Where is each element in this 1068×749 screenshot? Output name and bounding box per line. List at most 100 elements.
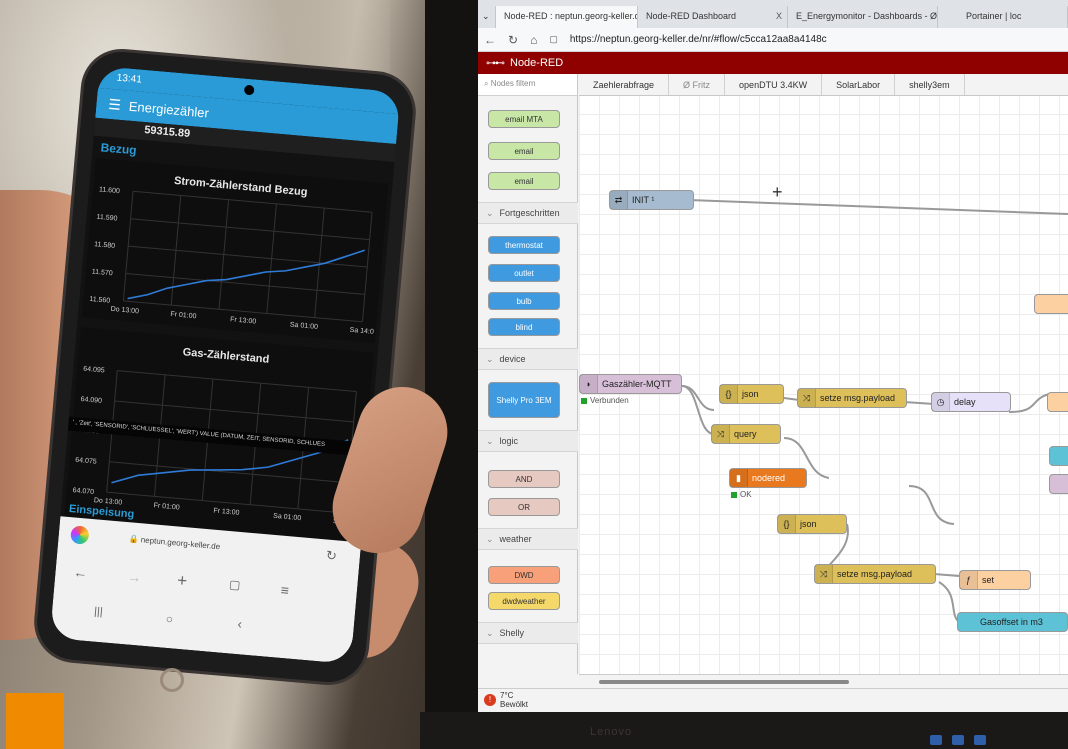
browser-tab[interactable]: Node-RED Dashboard X <box>638 6 788 28</box>
flow-node-mqtt[interactable]: ◗ Gaszähler-MQTT <box>579 374 682 394</box>
browser-tab[interactable]: Node-RED : neptun.georg-keller.dX <box>496 6 638 28</box>
palette-node-dwdweather[interactable]: dwdweather <box>488 592 560 610</box>
wire <box>681 385 715 411</box>
grid-line <box>114 400 354 423</box>
phone-url[interactable]: 🔒 neptun.georg-keller.de <box>128 534 220 551</box>
forward-icon[interactable]: → <box>127 568 142 585</box>
json-icon: {} <box>778 515 796 533</box>
tab-flow[interactable]: shelly3em <box>895 74 965 95</box>
flow-workspace[interactable]: ⇄ INIT ¹ + ◗ Gaszähler-MQTT Verbunden {} js… <box>579 74 1068 674</box>
palette-node-and[interactable]: AND <box>488 470 560 488</box>
flow-tab-label: SolarLabor <box>836 80 881 90</box>
browser-tab[interactable]: Portainer | loc <box>938 6 1068 28</box>
grid-line <box>117 370 357 393</box>
scrollbar-thumb[interactable] <box>599 680 849 684</box>
palette-node-blind[interactable]: blind <box>488 318 560 336</box>
monitor-screen: ⌄ Node-RED : neptun.georg-keller.dX Node… <box>478 0 1068 712</box>
tab-menu-icon[interactable]: ⌄ <box>478 6 496 28</box>
back-nav-icon[interactable]: ‹ <box>237 616 243 631</box>
wire <box>1008 393 1050 413</box>
taskbar: ! 7°C Bewölkt <box>478 688 1068 712</box>
palette-category-advanced[interactable]: ⌄ Fortgeschritten <box>478 202 578 224</box>
palette-node-label: email <box>514 146 534 156</box>
palette-node-email-mta[interactable]: email MTA <box>488 110 560 128</box>
node-label: json <box>742 389 759 399</box>
node-label: setze msg.payload <box>820 393 896 403</box>
palette-category-logic[interactable]: ⌄ logic <box>478 430 578 452</box>
palette-node-email-out[interactable]: email <box>488 172 560 190</box>
palette-node-outlet[interactable]: outlet <box>488 264 560 282</box>
tabs-icon[interactable]: ▢ <box>228 577 241 592</box>
lock-icon: ▢ <box>549 34 558 44</box>
palette-node-label: outlet <box>514 268 534 278</box>
menu-icon[interactable]: ☰ <box>108 95 122 113</box>
reload-icon[interactable]: ↻ <box>508 33 518 47</box>
app-title: Node-RED <box>510 57 564 69</box>
menu-icon[interactable]: ≡ <box>280 582 290 599</box>
tab-flow[interactable]: Zaehlerabfrage <box>579 74 670 95</box>
weather-widget[interactable]: ! 7°C Bewölkt <box>484 691 528 709</box>
flow-node-json-2[interactable]: {} json <box>777 514 847 534</box>
category-label: weather <box>499 534 532 544</box>
weather-alert-icon: ! <box>484 694 496 706</box>
reload-icon[interactable]: ↻ <box>325 548 337 565</box>
flow-node-query[interactable]: ⤨ query <box>711 424 781 444</box>
x-tick-label: Sa 14:0 <box>349 327 374 336</box>
flow-node-json[interactable]: {} json <box>719 384 784 404</box>
home-icon[interactable]: ⌂ <box>530 33 537 47</box>
node-label: nodered <box>752 473 786 483</box>
category-label: logic <box>499 436 519 446</box>
flow-node-setze-payload[interactable]: ⤨ setze msg.payload <box>797 388 907 408</box>
flow-node-init[interactable]: ⇄ INIT ¹ <box>609 190 694 210</box>
tab-flow[interactable]: Ø Fritz <box>669 74 726 95</box>
browser-logo-icon[interactable] <box>70 525 90 545</box>
flow-node-partial[interactable] <box>1049 446 1068 466</box>
chevron-down-icon: ⌄ <box>486 208 494 218</box>
palette-node-bulb[interactable]: bulb <box>488 292 560 310</box>
weather-desc: Bewölkt <box>500 700 529 709</box>
plus-icon[interactable]: + <box>176 571 188 592</box>
flow-node-set[interactable]: ƒ set <box>959 570 1031 590</box>
app-icon[interactable] <box>974 735 986 745</box>
palette-node-or[interactable]: OR <box>488 498 560 516</box>
flow-node-partial[interactable] <box>1049 474 1068 494</box>
tab-flow[interactable]: openDTU 3.4KW <box>725 74 823 95</box>
status-text: OK <box>740 490 752 499</box>
palette-node-shelly-pro-3em[interactable]: Shelly Pro 3EM <box>488 382 560 418</box>
flow-node-delay[interactable]: ◷ delay <box>931 392 1011 412</box>
app-icon[interactable] <box>952 735 964 745</box>
tab-label: Node-RED Dashboard <box>646 11 737 21</box>
tab-flow[interactable]: SolarLabor <box>822 74 896 95</box>
flow-node-gasoffset[interactable]: Gasoffset in m3 <box>957 612 1068 632</box>
tab-label: Node-RED : neptun.georg-keller.d <box>504 11 638 21</box>
horizontal-scrollbar[interactable] <box>579 674 1068 688</box>
category-label: Fortgeschritten <box>499 208 560 218</box>
palette-category-weather[interactable]: ⌄ weather <box>478 528 578 550</box>
palette-node-email[interactable]: email <box>488 142 560 160</box>
palette-node-dwd[interactable]: DWD <box>488 566 560 584</box>
url-field[interactable]: https://neptun.georg-keller.de/nr/#flow/… <box>570 34 827 45</box>
palette-filter-input[interactable]: ⌕ Nodes filtern <box>478 74 577 96</box>
flow-node-nodered-db[interactable]: ▮ nodered <box>729 468 807 488</box>
back-icon[interactable]: ← <box>484 33 496 47</box>
palette-node-label: Shelly Pro 3EM <box>496 395 552 405</box>
db-status: OK <box>731 490 752 499</box>
palette-node-thermostat[interactable]: thermostat <box>488 236 560 254</box>
mqtt-icon: ◗ <box>580 375 598 393</box>
home-icon[interactable]: ○ <box>165 612 173 627</box>
recent-apps-icon[interactable]: ||| <box>94 606 104 619</box>
windows-icon[interactable] <box>930 735 942 745</box>
flow-node-partial[interactable] <box>1034 294 1068 314</box>
close-icon[interactable]: X <box>776 11 782 21</box>
address-bar: ← ↻ ⌂ ▢ https://neptun.georg-keller.de/n… <box>478 28 1068 52</box>
flow-node-setze-payload-2[interactable]: ⤨ setze msg.payload <box>814 564 936 584</box>
change-icon: ⤨ <box>798 389 816 407</box>
flow-node-partial[interactable] <box>1047 392 1068 412</box>
x-tick-label: Fr 13:00 <box>230 316 257 325</box>
palette-category-shelly[interactable]: ⌄ Shelly <box>478 622 578 644</box>
x-tick-label: Fr 13:00 <box>213 508 240 517</box>
status-dot-icon <box>731 491 737 498</box>
browser-tab[interactable]: E_Energymonitor - Dashboards - ØX <box>788 6 938 28</box>
palette-category-device[interactable]: ⌄ device <box>478 348 578 370</box>
back-icon[interactable]: ← <box>73 564 88 581</box>
